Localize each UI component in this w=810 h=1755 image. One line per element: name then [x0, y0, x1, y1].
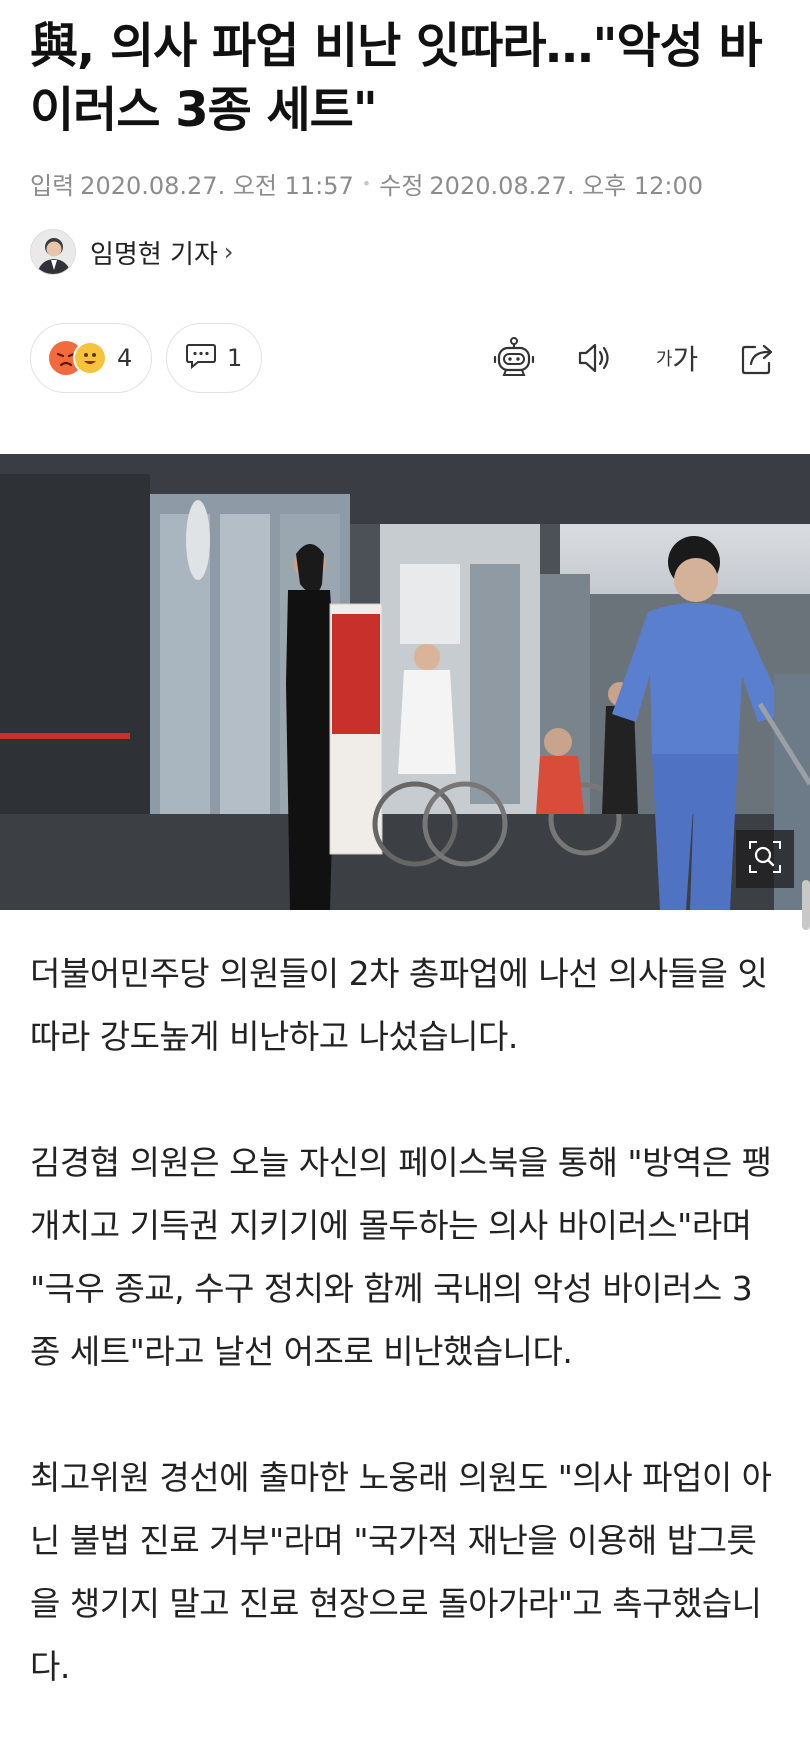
article-meta: 입력 2020.08.27. 오전 11:57 • 수정 2020.08.27.… — [30, 168, 704, 200]
article-page: 與, 의사 파업 비난 잇따라…"악성 바이러스 3종 세트" 입력 2020.… — [0, 0, 810, 1755]
scrollbar-thumb[interactable] — [802, 880, 810, 930]
hospital-entrance-photo — [0, 454, 810, 910]
font-size-small-label: 가 — [655, 349, 673, 370]
share-button[interactable] — [732, 332, 784, 384]
smile-emoji-icon — [73, 341, 107, 375]
reactions-button[interactable]: 4 — [30, 323, 152, 393]
photo-zoom-button[interactable] — [736, 830, 794, 888]
meta-separator: • — [361, 173, 372, 193]
article-paragraph: 김경협 의원은 오늘 자신의 페이스북을 통해 "방역은 팽개치고 기득권 지키… — [30, 1143, 772, 1371]
reporter-name: 임명현 기자 — [90, 239, 218, 270]
share-icon — [738, 338, 778, 378]
robot-summary-icon — [492, 336, 536, 380]
article-body: 더불어민주당 의원들이 2차 총파업에 나선 의사들을 잇따라 강도높게 비난하… — [30, 942, 780, 1755]
article-headline: 與, 의사 파업 비난 잇따라…"악성 바이러스 3종 세트" — [30, 18, 763, 138]
zoom-magnifier-icon — [748, 840, 782, 878]
reactions-count: 4 — [117, 344, 133, 372]
font-size-button[interactable]: 가가 — [648, 332, 706, 384]
article-photo[interactable] — [0, 454, 810, 910]
article-paragraph: 최고위원 경선에 출마한 노웅래 의원도 "의사 파업이 아닌 불법 진료 거부… — [30, 1458, 772, 1686]
comment-bubble-icon — [185, 341, 217, 375]
input-label: 입력 — [30, 171, 75, 200]
comments-button[interactable]: 1 — [166, 323, 262, 393]
text-to-speech-button[interactable] — [568, 332, 620, 384]
chevron-right-icon: › — [223, 238, 234, 266]
reporter-link[interactable]: 임명현 기자 › — [30, 228, 233, 276]
article-paragraph: 더불어민주당 의원들이 2차 총파업에 나선 의사들을 잇따라 강도높게 비난하… — [30, 954, 768, 1056]
speaker-icon — [574, 338, 614, 378]
comments-count: 1 — [227, 344, 243, 372]
edit-time: 2020.08.27. 오후 12:00 — [429, 171, 704, 200]
input-time: 2020.08.27. 오전 11:57 — [80, 171, 354, 200]
reporter-avatar — [30, 229, 76, 275]
edit-label: 수정 — [379, 171, 424, 200]
font-size-large-label: 가 — [672, 343, 699, 376]
robot-summary-button[interactable] — [488, 332, 540, 384]
